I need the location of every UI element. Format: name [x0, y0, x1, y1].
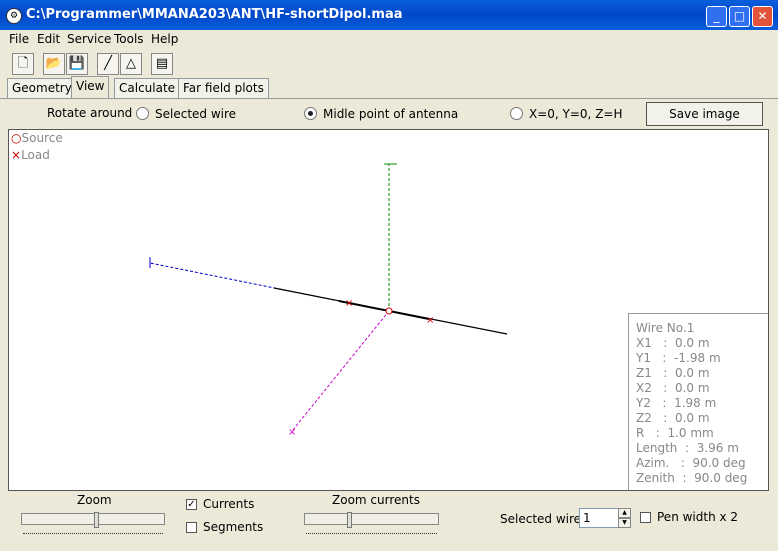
zoom-currents-ticks	[306, 529, 437, 534]
x-axis	[291, 310, 390, 432]
wire-info-line: R : 1.0 mm	[636, 426, 714, 440]
save-disk-icon[interactable]: 💾	[66, 53, 88, 75]
x-axis-end-marker: ×	[288, 427, 296, 438]
tab-view[interactable]: View	[71, 76, 110, 99]
radio-label: Selected wire	[155, 107, 237, 121]
wire-info-line: Zenith : 90.0 deg	[636, 471, 748, 485]
bottom-panel: Zoom ✓ Currents Segments Zoom currents S…	[8, 491, 769, 543]
menu-tools[interactable]: Tools	[114, 32, 144, 46]
zoom-currents-label: Zoom currents	[332, 493, 420, 507]
window-title: C:\Programmer\MMANA203\ANT\HF-shortDipol…	[26, 7, 403, 22]
triangle-tool-icon[interactable]: △	[120, 53, 142, 75]
wire-info-line: Y1 : -1.98 m	[636, 351, 721, 365]
menu-file[interactable]: File	[9, 32, 29, 46]
open-folder-icon[interactable]: 📂	[43, 53, 65, 75]
menu-service[interactable]: Service	[67, 32, 111, 46]
radio-selected-wire[interactable]: Selected wire	[136, 107, 236, 121]
spin-down-icon[interactable]: ▼	[618, 518, 631, 528]
load-marker: ×	[345, 298, 353, 309]
pen-width-label: Pen width x 2	[657, 510, 739, 524]
zoom-slider[interactable]	[21, 513, 165, 525]
currents-checkbox[interactable]: ✓	[186, 499, 197, 510]
menu-bar: File Edit Service Tools Help	[0, 30, 778, 49]
maximize-icon[interactable]: □	[729, 6, 750, 27]
zoom-currents-slider[interactable]	[304, 513, 439, 525]
selected-wire-label: Selected wire	[500, 512, 582, 526]
radio-label: X=0, Y=0, Z=H	[529, 107, 623, 121]
pen-width-checkbox[interactable]	[640, 512, 651, 523]
wire-info-line: Y2 : 1.98 m	[636, 396, 717, 410]
wire-info-line: X1 : 0.0 m	[636, 336, 710, 350]
radio-label: Midle point of antenna	[323, 107, 459, 121]
tab-calculate[interactable]: Calculate	[114, 78, 181, 98]
rotate-around-label: Rotate around :	[47, 106, 141, 120]
zoom-currents-slider-thumb[interactable]	[347, 512, 352, 528]
menu-help[interactable]: Help	[151, 32, 178, 46]
zoom-label: Zoom	[77, 493, 112, 507]
tab-divider	[0, 98, 778, 99]
radio-origin-h[interactable]: X=0, Y=0, Z=H	[510, 107, 623, 121]
selected-wire-input[interactable]: 1	[579, 508, 619, 528]
antenna-view-canvas[interactable]: ○Source ×Load × × × Wire No.1 X1 : 0.0 m…	[8, 129, 769, 491]
line-tool-icon[interactable]: ╱	[97, 53, 119, 75]
zoom-slider-thumb[interactable]	[94, 512, 99, 528]
tab-far-field-plots[interactable]: Far field plots	[178, 78, 269, 98]
title-bar: ⚙ C:\Programmer\MMANA203\ANT\HF-shortDip…	[0, 0, 778, 30]
source-marker	[385, 307, 393, 315]
new-file-icon[interactable]: 🗋	[12, 53, 34, 75]
app-icon[interactable]: ⚙	[6, 8, 22, 24]
radio-middle-point[interactable]: Midle point of antenna	[304, 107, 458, 121]
tab-strip: Geometry View Calculate Far field plots	[0, 76, 778, 99]
segments-checkbox[interactable]	[186, 522, 197, 533]
menu-edit[interactable]: Edit	[37, 32, 60, 46]
wire-info-line: Z1 : 0.0 m	[636, 366, 710, 380]
currents-label: Currents	[203, 497, 255, 511]
wire-info-line: X2 : 0.0 m	[636, 381, 710, 395]
radio-button[interactable]	[510, 107, 523, 120]
tab-geometry[interactable]: Geometry	[7, 78, 77, 98]
spin-up-icon[interactable]: ▲	[618, 508, 631, 518]
selected-wire-spinner: ▲ ▼	[618, 508, 631, 528]
wire-info-line: Length : 3.96 m	[636, 441, 739, 455]
wire-info-panel: Wire No.1 X1 : 0.0 m Y1 : -1.98 m Z1 : 0…	[628, 313, 768, 490]
save-image-button[interactable]: Save image	[646, 102, 763, 126]
load-marker: ×	[426, 315, 434, 326]
segments-label: Segments	[203, 520, 264, 534]
close-icon[interactable]: ✕	[752, 6, 773, 27]
radio-button[interactable]	[304, 107, 317, 120]
document-icon[interactable]: ▤	[151, 53, 173, 75]
wire-info-line: Z2 : 0.0 m	[636, 411, 710, 425]
radio-button[interactable]	[136, 107, 149, 120]
zoom-ticks	[23, 529, 163, 534]
wire-info-line: Azim. : 90.0 deg	[636, 456, 746, 470]
minimize-icon[interactable]: _	[706, 6, 727, 27]
wire-info-line: Wire No.1	[636, 321, 695, 335]
